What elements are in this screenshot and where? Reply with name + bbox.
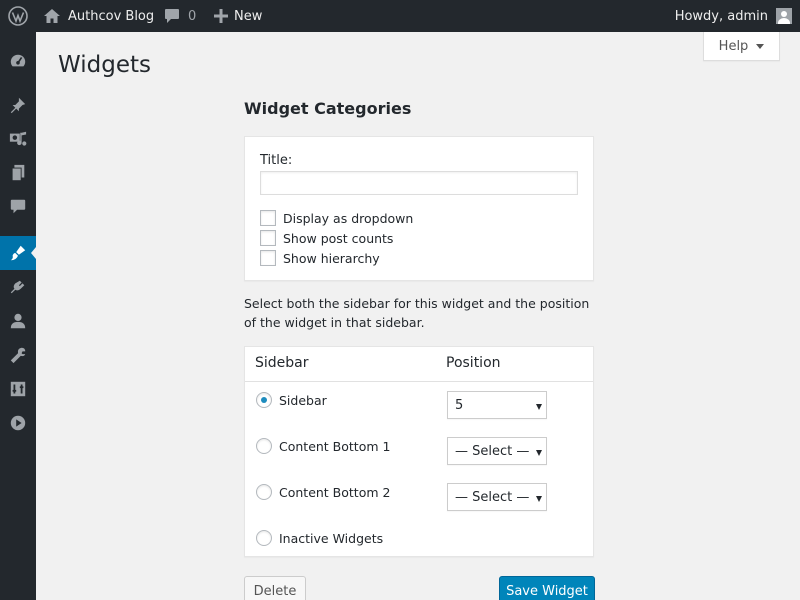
dashboard-icon[interactable]: [0, 44, 36, 78]
new-content-link[interactable]: New: [214, 0, 262, 32]
dropdown-arrow-icon: [536, 496, 542, 502]
sidebar-instructions: Select both the sidebar for this widget …: [244, 296, 590, 330]
checkbox-label: Display as dropdown: [283, 210, 414, 226]
comments-link[interactable]: 0: [164, 0, 196, 32]
sidebar-option-sidebar[interactable]: Sidebar: [256, 392, 327, 408]
pin-icon[interactable]: [0, 88, 36, 122]
sidebar-option-content-bottom-2[interactable]: Content Bottom 2: [256, 484, 390, 500]
pages-icon[interactable]: [0, 156, 36, 190]
radio-label: Inactive Widgets: [279, 530, 384, 546]
howdy-text: Howdy, admin: [674, 8, 768, 24]
media-play-icon[interactable]: [0, 406, 36, 440]
select-value: 5: [455, 397, 464, 413]
sidebar-option-content-bottom-1[interactable]: Content Bottom 1: [256, 438, 390, 454]
appearance-icon[interactable]: [0, 236, 36, 270]
position-select-content-bottom-2[interactable]: — Select —: [447, 483, 547, 511]
users-icon[interactable]: [0, 304, 36, 338]
help-label: Help: [718, 38, 749, 54]
site-name-link[interactable]: Authcov Blog: [44, 0, 154, 32]
caret-down-icon: [756, 43, 765, 49]
show-post-counts-option[interactable]: Show post counts: [260, 230, 393, 246]
site-name: Authcov Blog: [68, 8, 155, 24]
position-select-sidebar[interactable]: 5: [447, 391, 547, 419]
settings-icon[interactable]: [0, 372, 36, 406]
inactive-widgets-radio[interactable]: [256, 530, 272, 546]
help-tab-button[interactable]: Help: [703, 32, 780, 61]
comments-icon[interactable]: [0, 190, 36, 224]
sidebar-option-inactive-widgets[interactable]: Inactive Widgets: [256, 530, 383, 546]
wordpress-logo-icon[interactable]: [8, 0, 28, 32]
header-divider: [245, 381, 593, 382]
sidebar-position-table: Sidebar Position Sidebar 5 Content Botto…: [244, 346, 594, 557]
widget-title: Widget Categories: [244, 99, 412, 118]
radio-label: Sidebar: [279, 392, 327, 408]
tools-icon[interactable]: [0, 338, 36, 372]
checkbox-label: Show hierarchy: [283, 250, 380, 266]
show-post-counts-checkbox[interactable]: [260, 230, 276, 246]
admin-side-menu: [0, 32, 36, 600]
show-hierarchy-option[interactable]: Show hierarchy: [260, 250, 380, 266]
select-value: — Select —: [455, 443, 530, 459]
sidebar-radio[interactable]: [256, 392, 272, 408]
account-menu[interactable]: Howdy, admin: [675, 0, 792, 32]
plugins-icon[interactable]: [0, 270, 36, 304]
new-label: New: [234, 8, 263, 24]
dropdown-arrow-icon: [536, 450, 542, 456]
dropdown-arrow-icon: [536, 404, 542, 410]
widget-settings-panel: Title: Display as dropdown Show post cou…: [244, 136, 594, 281]
title-field-label: Title:: [260, 153, 293, 168]
content-bottom-1-radio[interactable]: [256, 438, 272, 454]
position-select-content-bottom-1[interactable]: — Select —: [447, 437, 547, 465]
plus-icon: [214, 9, 228, 23]
title-input[interactable]: [260, 171, 578, 195]
radio-label: Content Bottom 1: [279, 438, 391, 454]
display-dropdown-checkbox[interactable]: [260, 210, 276, 226]
home-icon: [44, 9, 60, 23]
comment-bubble-icon: [165, 9, 179, 23]
radio-label: Content Bottom 2: [279, 484, 391, 500]
delete-button[interactable]: Delete: [244, 576, 306, 600]
save-widget-button[interactable]: Save Widget: [499, 576, 595, 600]
display-dropdown-option[interactable]: Display as dropdown: [260, 210, 413, 226]
comments-count: 0: [188, 8, 197, 24]
admin-bar: Authcov Blog 0 New Howdy, admin: [0, 0, 800, 32]
checkbox-label: Show post counts: [283, 230, 394, 246]
column-header-sidebar: Sidebar: [255, 355, 309, 371]
page-title: Widgets: [58, 52, 151, 78]
avatar: [776, 8, 792, 24]
content-bottom-2-radio[interactable]: [256, 484, 272, 500]
media-icon[interactable]: [0, 122, 36, 156]
select-value: — Select —: [455, 489, 530, 505]
show-hierarchy-checkbox[interactable]: [260, 250, 276, 266]
column-header-position: Position: [446, 355, 501, 371]
